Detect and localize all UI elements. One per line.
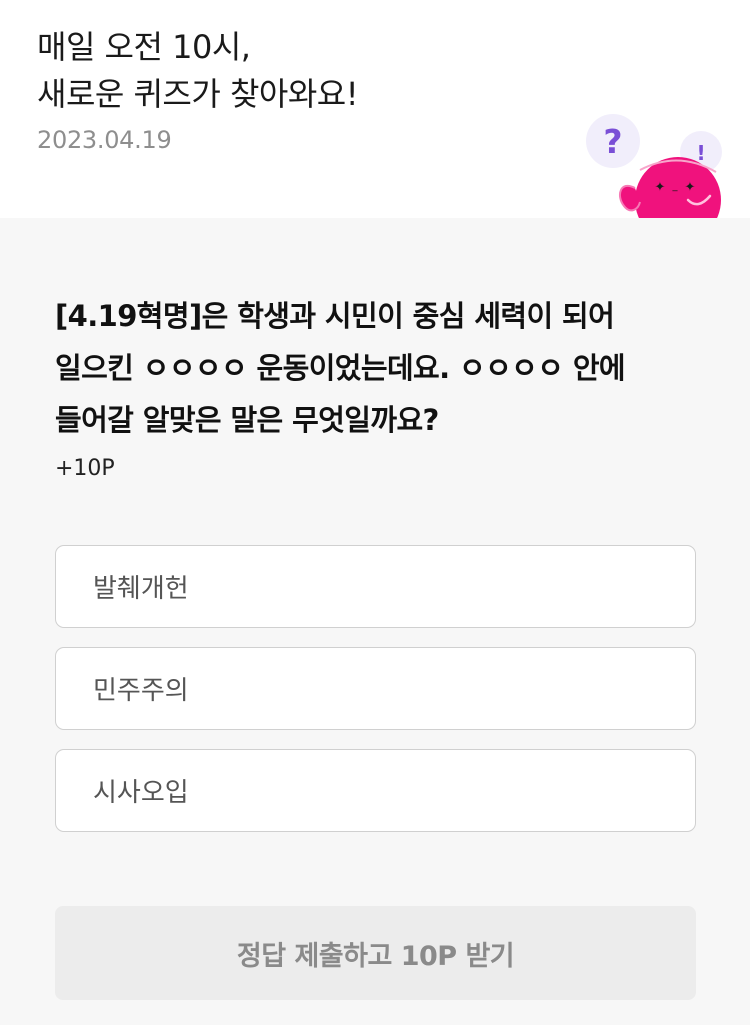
answer-option-label: 시사오입 — [93, 778, 189, 808]
answer-option-label: 발췌개헌 — [93, 574, 189, 604]
svg-text:✦: ✦ — [655, 180, 666, 195]
exclamation-mark-glyph: ! — [696, 141, 705, 165]
svg-text:_: _ — [672, 181, 679, 192]
answer-option-1[interactable]: 발췌개헌 — [55, 545, 696, 628]
headline: 매일 오전 10시, 새로운 퀴즈가 찾아와요! — [37, 24, 359, 118]
answer-option-2[interactable]: 민주주의 — [55, 647, 696, 730]
headline-line-2: 새로운 퀴즈가 찾아와요! — [37, 75, 359, 113]
svg-text:✦: ✦ — [685, 180, 696, 195]
question-mark-glyph: ? — [603, 122, 622, 161]
answer-option-3[interactable]: 시사오입 — [55, 749, 696, 832]
reward-points: +10P — [55, 456, 115, 481]
question-line-1: [4.19혁명]은 학생과 시민이 중심 세력이 되어 — [55, 299, 615, 333]
answer-option-label: 민주주의 — [93, 676, 189, 706]
quiz-header: 매일 오전 10시, 새로운 퀴즈가 찾아와요! 2023.04.19 ? ! … — [0, 0, 750, 218]
question-bubble-icon: ? — [586, 114, 640, 168]
question-line-3: 들어갈 알맞은 말은 무엇일까요? — [55, 403, 439, 437]
question-line-2: 일으킨 ㅇㅇㅇㅇ 운동이었는데요. ㅇㅇㅇㅇ 안에 — [55, 351, 626, 385]
mascot-illustration: ? ! ✦ _ ✦ — [586, 114, 722, 218]
quiz-content: [4.19혁명]은 학생과 시민이 중심 세력이 되어 일으킨 ㅇㅇㅇㅇ 운동이… — [0, 218, 750, 1025]
question-text: [4.19혁명]은 학생과 시민이 중심 세력이 되어 일으킨 ㅇㅇㅇㅇ 운동이… — [55, 290, 715, 446]
mascot-character-icon: ✦ _ ✦ — [619, 157, 721, 218]
submit-answer-button[interactable]: 정답 제출하고 10P 받기 — [55, 906, 696, 1000]
quiz-date: 2023.04.19 — [37, 126, 172, 154]
headline-line-1: 매일 오전 10시, — [37, 28, 251, 66]
